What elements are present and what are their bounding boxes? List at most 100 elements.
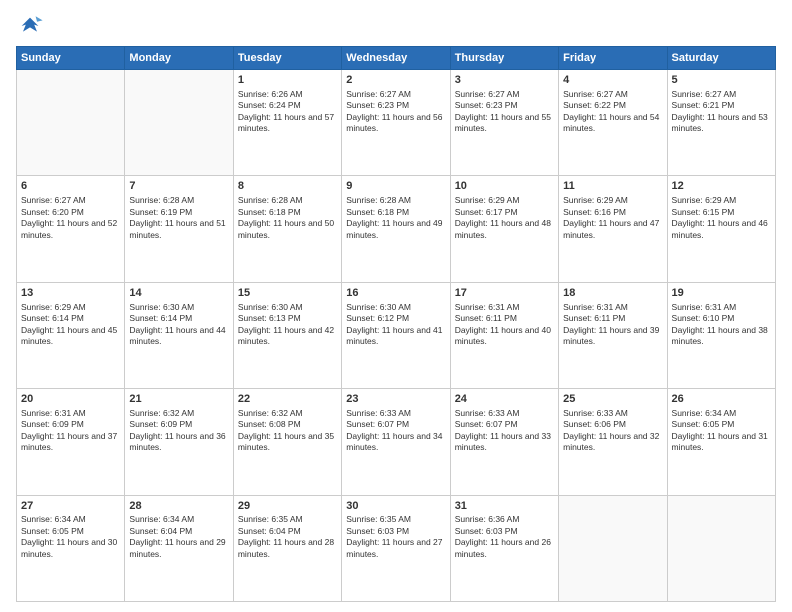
- day-number: 8: [238, 179, 337, 194]
- calendar-cell: 25Sunrise: 6:33 AM Sunset: 6:06 PM Dayli…: [559, 389, 667, 495]
- day-info: Sunrise: 6:34 AM Sunset: 6:04 PM Dayligh…: [129, 514, 228, 560]
- day-number: 26: [672, 392, 771, 407]
- calendar-cell: 30Sunrise: 6:35 AM Sunset: 6:03 PM Dayli…: [342, 495, 450, 601]
- weekday-header-thursday: Thursday: [450, 47, 558, 70]
- calendar-cell: 5Sunrise: 6:27 AM Sunset: 6:21 PM Daylig…: [667, 70, 775, 176]
- day-info: Sunrise: 6:34 AM Sunset: 6:05 PM Dayligh…: [672, 408, 771, 454]
- week-row-3: 13Sunrise: 6:29 AM Sunset: 6:14 PM Dayli…: [17, 282, 776, 388]
- calendar-cell: 24Sunrise: 6:33 AM Sunset: 6:07 PM Dayli…: [450, 389, 558, 495]
- day-info: Sunrise: 6:27 AM Sunset: 6:20 PM Dayligh…: [21, 195, 120, 241]
- day-number: 29: [238, 499, 337, 514]
- calendar-cell: [125, 70, 233, 176]
- calendar-cell: 20Sunrise: 6:31 AM Sunset: 6:09 PM Dayli…: [17, 389, 125, 495]
- day-info: Sunrise: 6:33 AM Sunset: 6:06 PM Dayligh…: [563, 408, 662, 454]
- calendar-cell: 9Sunrise: 6:28 AM Sunset: 6:18 PM Daylig…: [342, 176, 450, 282]
- day-number: 11: [563, 179, 662, 194]
- day-info: Sunrise: 6:27 AM Sunset: 6:23 PM Dayligh…: [455, 89, 554, 135]
- calendar-cell: 4Sunrise: 6:27 AM Sunset: 6:22 PM Daylig…: [559, 70, 667, 176]
- day-number: 13: [21, 286, 120, 301]
- day-info: Sunrise: 6:32 AM Sunset: 6:08 PM Dayligh…: [238, 408, 337, 454]
- day-number: 4: [563, 73, 662, 88]
- week-row-5: 27Sunrise: 6:34 AM Sunset: 6:05 PM Dayli…: [17, 495, 776, 601]
- calendar-cell: [559, 495, 667, 601]
- day-info: Sunrise: 6:27 AM Sunset: 6:23 PM Dayligh…: [346, 89, 445, 135]
- weekday-header-sunday: Sunday: [17, 47, 125, 70]
- day-number: 28: [129, 499, 228, 514]
- calendar-cell: 6Sunrise: 6:27 AM Sunset: 6:20 PM Daylig…: [17, 176, 125, 282]
- calendar-cell: 27Sunrise: 6:34 AM Sunset: 6:05 PM Dayli…: [17, 495, 125, 601]
- day-number: 24: [455, 392, 554, 407]
- day-number: 14: [129, 286, 228, 301]
- calendar-table: SundayMondayTuesdayWednesdayThursdayFrid…: [16, 46, 776, 602]
- day-info: Sunrise: 6:28 AM Sunset: 6:18 PM Dayligh…: [346, 195, 445, 241]
- calendar-cell: [17, 70, 125, 176]
- logo-bird-icon: [16, 12, 44, 40]
- day-info: Sunrise: 6:29 AM Sunset: 6:16 PM Dayligh…: [563, 195, 662, 241]
- day-number: 30: [346, 499, 445, 514]
- week-row-4: 20Sunrise: 6:31 AM Sunset: 6:09 PM Dayli…: [17, 389, 776, 495]
- day-number: 1: [238, 73, 337, 88]
- calendar-cell: 22Sunrise: 6:32 AM Sunset: 6:08 PM Dayli…: [233, 389, 341, 495]
- header: [16, 12, 776, 40]
- day-info: Sunrise: 6:31 AM Sunset: 6:11 PM Dayligh…: [455, 302, 554, 348]
- day-info: Sunrise: 6:28 AM Sunset: 6:19 PM Dayligh…: [129, 195, 228, 241]
- day-info: Sunrise: 6:29 AM Sunset: 6:14 PM Dayligh…: [21, 302, 120, 348]
- calendar-cell: 7Sunrise: 6:28 AM Sunset: 6:19 PM Daylig…: [125, 176, 233, 282]
- day-number: 17: [455, 286, 554, 301]
- day-info: Sunrise: 6:31 AM Sunset: 6:11 PM Dayligh…: [563, 302, 662, 348]
- day-number: 6: [21, 179, 120, 194]
- day-info: Sunrise: 6:31 AM Sunset: 6:09 PM Dayligh…: [21, 408, 120, 454]
- day-number: 5: [672, 73, 771, 88]
- day-info: Sunrise: 6:29 AM Sunset: 6:17 PM Dayligh…: [455, 195, 554, 241]
- calendar-cell: 28Sunrise: 6:34 AM Sunset: 6:04 PM Dayli…: [125, 495, 233, 601]
- week-row-2: 6Sunrise: 6:27 AM Sunset: 6:20 PM Daylig…: [17, 176, 776, 282]
- calendar-cell: 11Sunrise: 6:29 AM Sunset: 6:16 PM Dayli…: [559, 176, 667, 282]
- day-info: Sunrise: 6:26 AM Sunset: 6:24 PM Dayligh…: [238, 89, 337, 135]
- day-number: 22: [238, 392, 337, 407]
- day-info: Sunrise: 6:30 AM Sunset: 6:12 PM Dayligh…: [346, 302, 445, 348]
- day-info: Sunrise: 6:30 AM Sunset: 6:13 PM Dayligh…: [238, 302, 337, 348]
- day-info: Sunrise: 6:32 AM Sunset: 6:09 PM Dayligh…: [129, 408, 228, 454]
- day-number: 31: [455, 499, 554, 514]
- day-number: 9: [346, 179, 445, 194]
- day-number: 10: [455, 179, 554, 194]
- calendar-cell: [667, 495, 775, 601]
- day-number: 16: [346, 286, 445, 301]
- day-info: Sunrise: 6:27 AM Sunset: 6:21 PM Dayligh…: [672, 89, 771, 135]
- day-info: Sunrise: 6:30 AM Sunset: 6:14 PM Dayligh…: [129, 302, 228, 348]
- day-info: Sunrise: 6:35 AM Sunset: 6:03 PM Dayligh…: [346, 514, 445, 560]
- day-info: Sunrise: 6:36 AM Sunset: 6:03 PM Dayligh…: [455, 514, 554, 560]
- calendar-cell: 31Sunrise: 6:36 AM Sunset: 6:03 PM Dayli…: [450, 495, 558, 601]
- day-number: 12: [672, 179, 771, 194]
- day-number: 27: [21, 499, 120, 514]
- day-number: 3: [455, 73, 554, 88]
- day-info: Sunrise: 6:29 AM Sunset: 6:15 PM Dayligh…: [672, 195, 771, 241]
- calendar-cell: 3Sunrise: 6:27 AM Sunset: 6:23 PM Daylig…: [450, 70, 558, 176]
- calendar-cell: 13Sunrise: 6:29 AM Sunset: 6:14 PM Dayli…: [17, 282, 125, 388]
- day-number: 23: [346, 392, 445, 407]
- calendar-cell: 1Sunrise: 6:26 AM Sunset: 6:24 PM Daylig…: [233, 70, 341, 176]
- day-number: 2: [346, 73, 445, 88]
- day-info: Sunrise: 6:27 AM Sunset: 6:22 PM Dayligh…: [563, 89, 662, 135]
- weekday-header-friday: Friday: [559, 47, 667, 70]
- day-info: Sunrise: 6:31 AM Sunset: 6:10 PM Dayligh…: [672, 302, 771, 348]
- calendar-cell: 15Sunrise: 6:30 AM Sunset: 6:13 PM Dayli…: [233, 282, 341, 388]
- page: SundayMondayTuesdayWednesdayThursdayFrid…: [0, 0, 792, 612]
- week-row-1: 1Sunrise: 6:26 AM Sunset: 6:24 PM Daylig…: [17, 70, 776, 176]
- calendar-cell: 2Sunrise: 6:27 AM Sunset: 6:23 PM Daylig…: [342, 70, 450, 176]
- day-number: 21: [129, 392, 228, 407]
- logo: [16, 12, 48, 40]
- calendar-cell: 14Sunrise: 6:30 AM Sunset: 6:14 PM Dayli…: [125, 282, 233, 388]
- calendar-cell: 29Sunrise: 6:35 AM Sunset: 6:04 PM Dayli…: [233, 495, 341, 601]
- weekday-header-wednesday: Wednesday: [342, 47, 450, 70]
- calendar-cell: 23Sunrise: 6:33 AM Sunset: 6:07 PM Dayli…: [342, 389, 450, 495]
- weekday-header-saturday: Saturday: [667, 47, 775, 70]
- day-info: Sunrise: 6:33 AM Sunset: 6:07 PM Dayligh…: [346, 408, 445, 454]
- calendar-cell: 19Sunrise: 6:31 AM Sunset: 6:10 PM Dayli…: [667, 282, 775, 388]
- day-number: 20: [21, 392, 120, 407]
- calendar-cell: 16Sunrise: 6:30 AM Sunset: 6:12 PM Dayli…: [342, 282, 450, 388]
- day-info: Sunrise: 6:28 AM Sunset: 6:18 PM Dayligh…: [238, 195, 337, 241]
- weekday-header-tuesday: Tuesday: [233, 47, 341, 70]
- calendar-cell: 26Sunrise: 6:34 AM Sunset: 6:05 PM Dayli…: [667, 389, 775, 495]
- day-number: 25: [563, 392, 662, 407]
